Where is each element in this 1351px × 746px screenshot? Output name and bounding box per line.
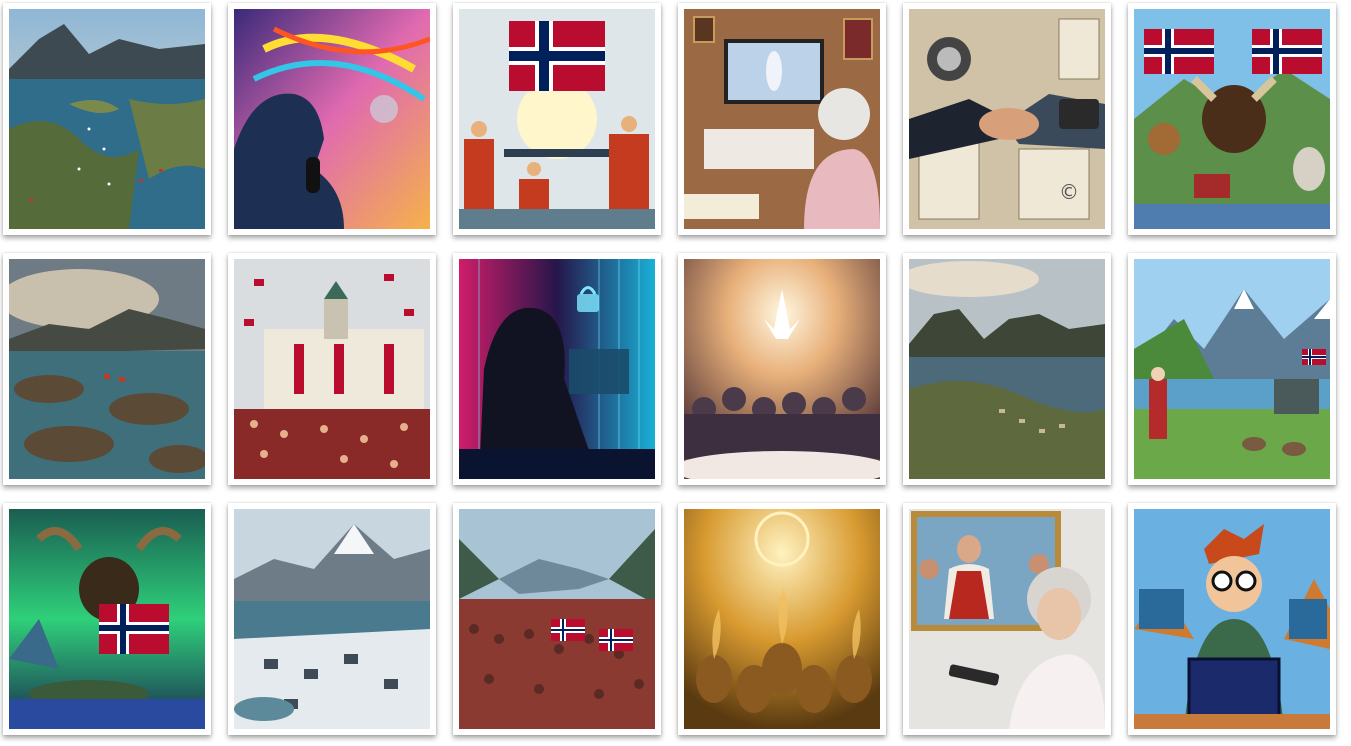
grandmother-remote-painting-image xyxy=(909,509,1105,729)
singer-with-microphone-image xyxy=(234,9,430,229)
fjord-parade-flags-image xyxy=(459,509,655,729)
thumbnail-moose-trolls-flags[interactable] xyxy=(1128,3,1336,235)
thumbnail-lofoten-aerial[interactable] xyxy=(903,253,1111,485)
handshake-copyright-image: © xyxy=(909,9,1105,229)
radiant-figure-crowd-image xyxy=(684,259,880,479)
snowy-harbor-town-image xyxy=(234,509,430,729)
thumbnail-fjord-archipelago[interactable] xyxy=(3,3,211,235)
thumbnail-radiant-figure-crowd[interactable] xyxy=(678,253,886,485)
golden-flame-faces-image xyxy=(684,509,880,729)
thumbnail-grandmother-remote-painting[interactable] xyxy=(903,503,1111,735)
thumbnail-handshake-copyright[interactable]: © xyxy=(903,3,1111,235)
thumbnail-grandmother-watching-tv[interactable] xyxy=(678,3,886,235)
lofoten-aerial-image xyxy=(909,259,1105,479)
thumbnail-building-crowd-flags[interactable] xyxy=(228,253,436,485)
stormy-coast-rocks-image xyxy=(9,259,205,479)
thumbnail-golden-flame-faces[interactable] xyxy=(678,503,886,735)
thumbnail-stormy-coast-rocks[interactable] xyxy=(3,253,211,485)
thumbnail-cartoon-gamer-glasses[interactable] xyxy=(1128,503,1336,735)
building-crowd-flags-image xyxy=(234,259,430,479)
thumbnail-mountain-valley-folk-costume[interactable] xyxy=(1128,253,1336,485)
thumbnail-hooded-hacker[interactable] xyxy=(453,253,661,485)
svg-text:©: © xyxy=(1059,180,1079,204)
cartoon-gamer-glasses-image xyxy=(1134,509,1330,729)
thumbnail-snowy-harbor-town[interactable] xyxy=(228,503,436,735)
thumbnail-norwegian-flag-workers[interactable] xyxy=(453,3,661,235)
hooded-hacker-image xyxy=(459,259,655,479)
aurora-moose-flag-image xyxy=(9,509,205,729)
thumbnail-aurora-moose-flag[interactable] xyxy=(3,503,211,735)
grandmother-watching-tv-image xyxy=(684,9,880,229)
mountain-valley-folk-costume-image xyxy=(1134,259,1330,479)
fjord-archipelago-image xyxy=(9,9,205,229)
thumbnail-singer-with-microphone[interactable] xyxy=(228,3,436,235)
image-grid: © xyxy=(0,0,1351,746)
norwegian-flag-workers-image xyxy=(459,9,655,229)
thumbnail-fjord-parade-flags[interactable] xyxy=(453,503,661,735)
moose-trolls-flags-image xyxy=(1134,9,1330,229)
